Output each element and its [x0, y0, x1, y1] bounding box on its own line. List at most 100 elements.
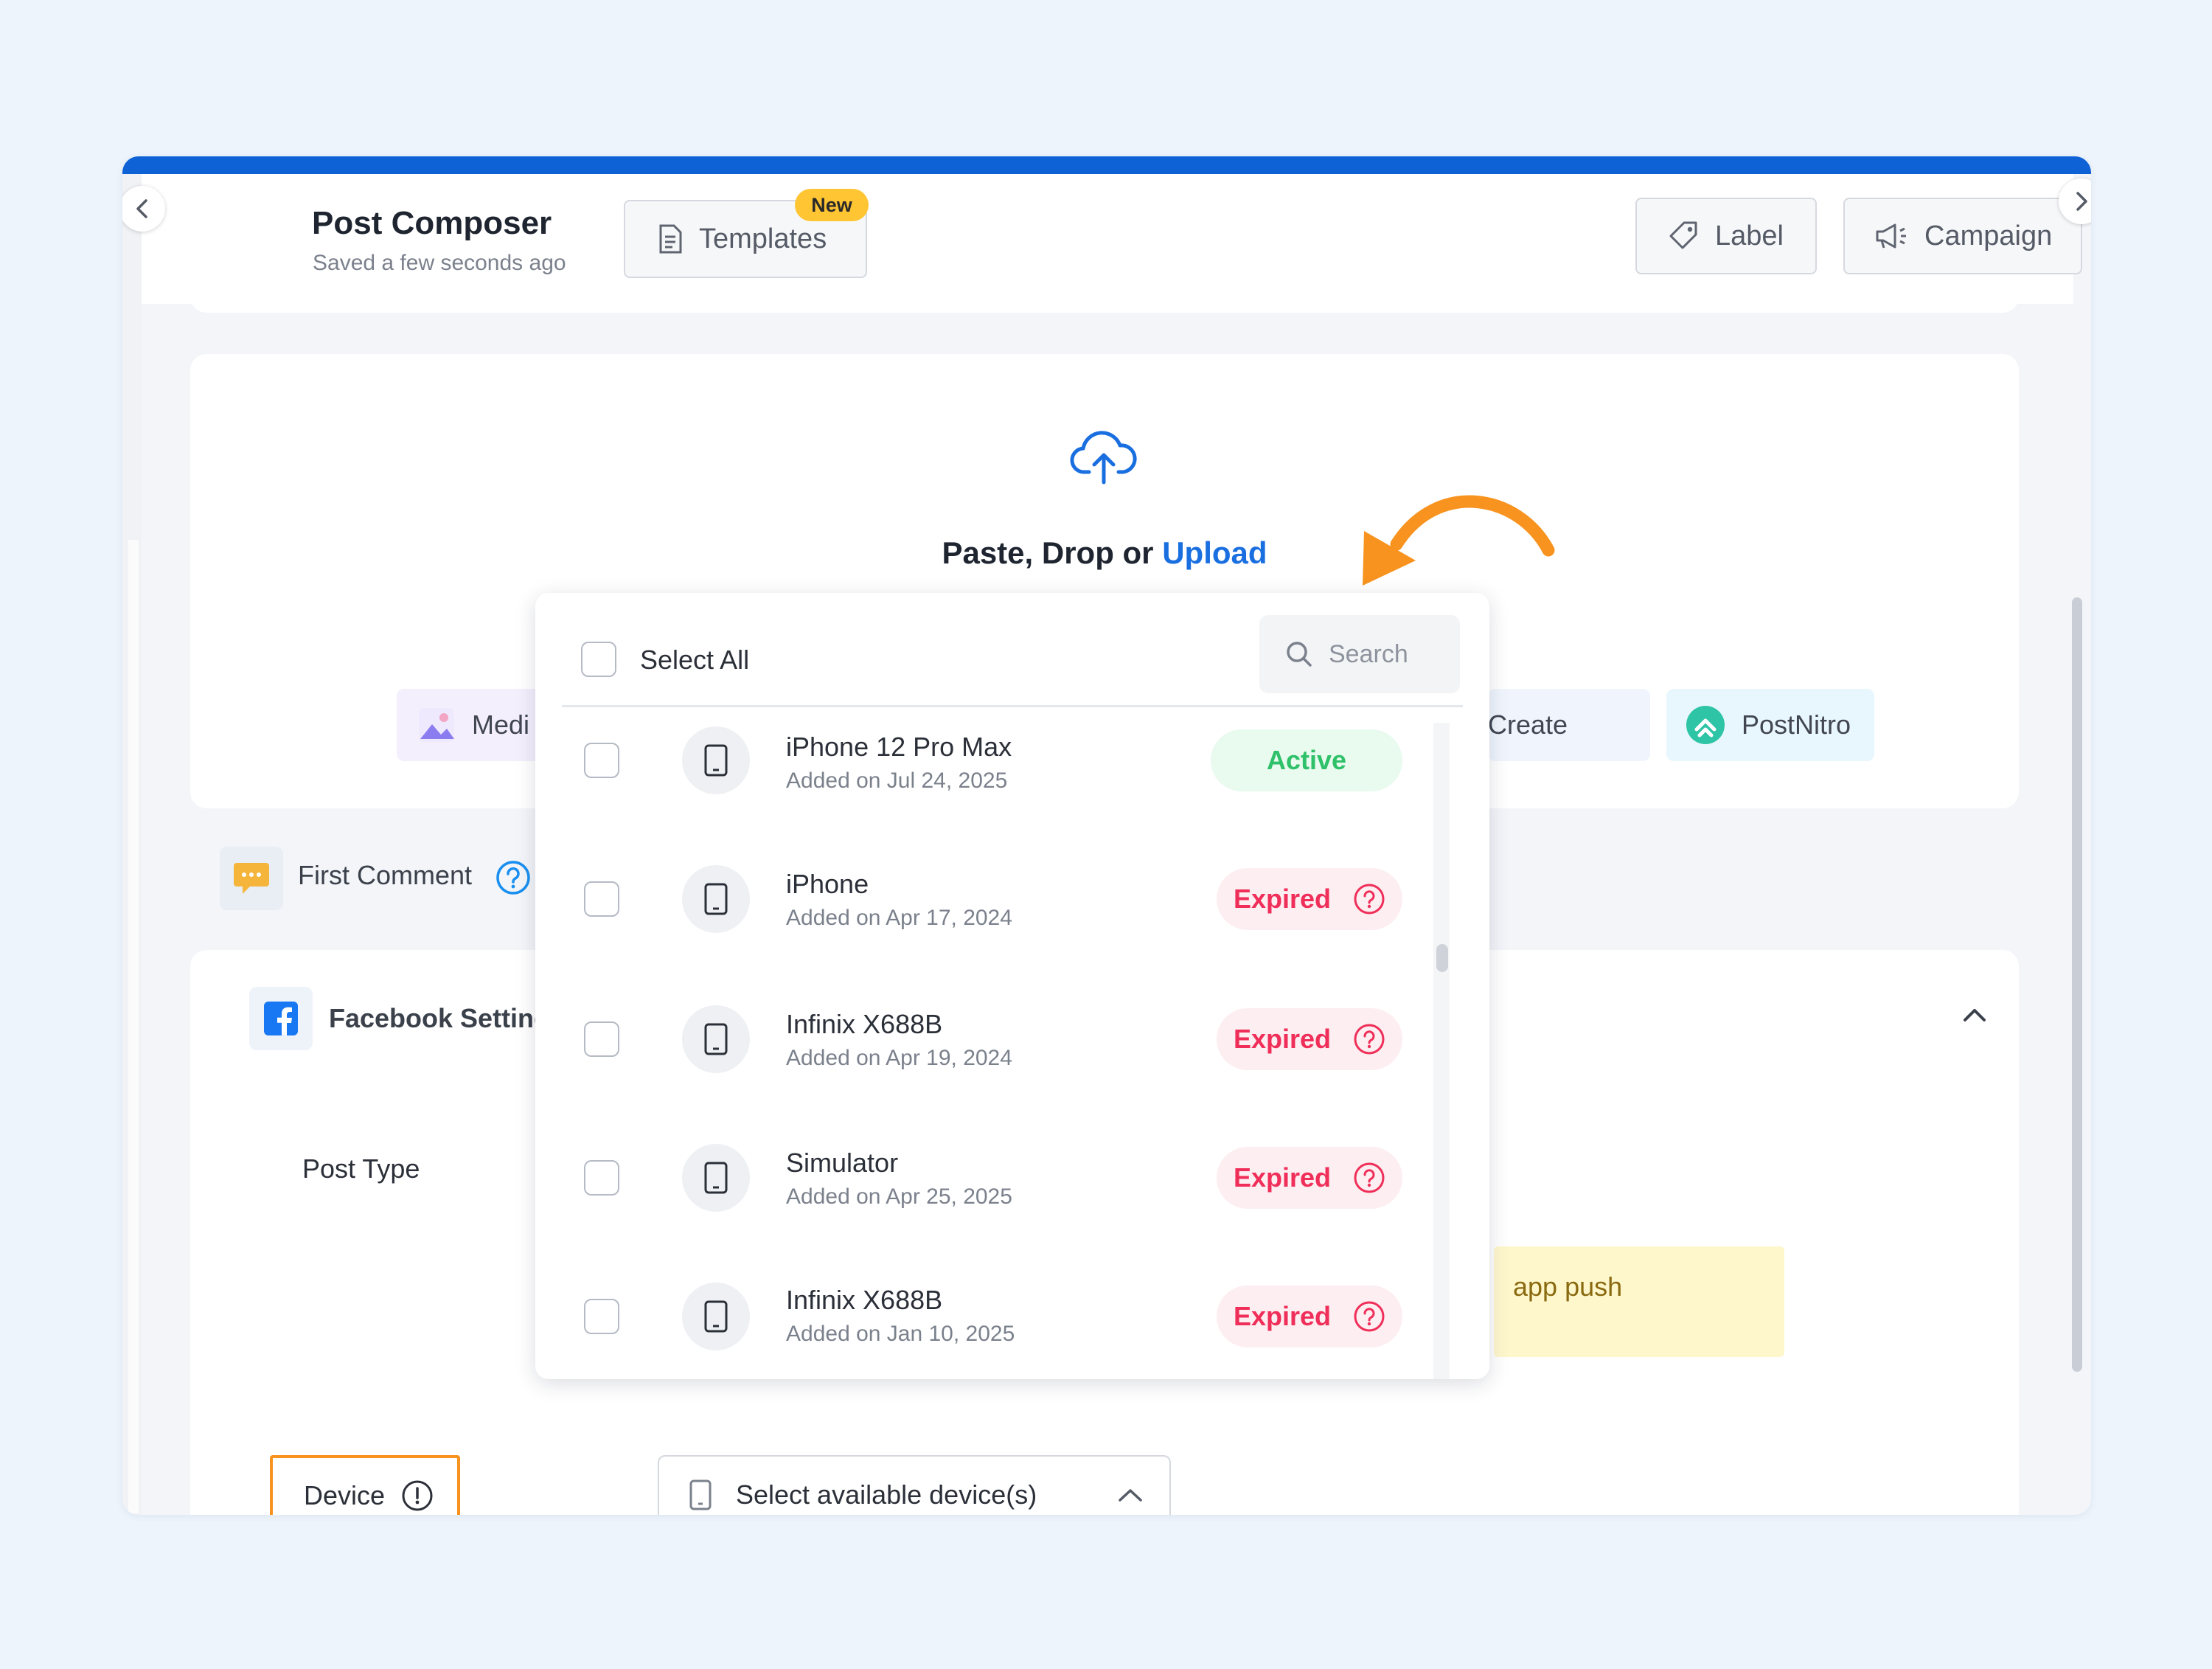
create-chip[interactable]: Create [1488, 689, 1650, 761]
device-select-placeholder: Select available device(s) [736, 1479, 1037, 1510]
tag-icon [1669, 221, 1697, 249]
device-icon-circle [682, 865, 750, 933]
mobile-device-icon [704, 1023, 728, 1055]
window-top-accent-bar [122, 156, 2091, 174]
first-comment-label[interactable]: First Comment [298, 860, 472, 891]
question-circle-icon[interactable] [1353, 1300, 1385, 1333]
page-scrollbar[interactable] [2072, 597, 2082, 1372]
upload-prefix-text: Paste, Drop or [942, 535, 1154, 570]
postnitro-chip-label: PostNitro [1742, 709, 1851, 740]
first-comment-icon-box [220, 847, 283, 910]
question-circle-icon[interactable] [1353, 883, 1385, 915]
device-name: Infinix X688B [786, 1009, 943, 1039]
device-icon-circle [682, 1144, 750, 1212]
device-select[interactable]: Select available device(s) [658, 1455, 1171, 1515]
device-checkbox[interactable] [584, 1299, 619, 1334]
device-added-date: Added on Jan 10, 2025 [786, 1322, 1015, 1346]
page-title: Post Composer [312, 205, 552, 241]
mobile-device-icon [704, 744, 728, 777]
push-note-banner: app push [1494, 1246, 1784, 1357]
select-all-checkbox[interactable] [581, 642, 616, 677]
help-circle-icon[interactable] [495, 860, 531, 899]
dropdown-scroll-thumb[interactable] [1436, 944, 1448, 972]
create-chip-label: Create [1488, 709, 1568, 740]
status-badge-expired: Expired [1217, 1008, 1402, 1070]
editor-card-bottom [190, 296, 2019, 313]
status-badge-active: Active [1211, 729, 1402, 791]
status-text: Expired [1233, 1162, 1332, 1193]
cloud-upload-icon[interactable] [1070, 429, 1138, 489]
mobile-device-icon [689, 1479, 712, 1510]
device-name: Simulator [786, 1148, 899, 1178]
templates-label: Templates [699, 223, 827, 254]
device-label: Device [304, 1480, 386, 1510]
comment-bubble-icon [234, 863, 269, 894]
device-checkbox[interactable] [584, 881, 619, 917]
device-added-date: Added on Jul 24, 2025 [786, 768, 1008, 793]
question-circle-icon[interactable] [1353, 1023, 1385, 1055]
facebook-icon [264, 1002, 298, 1035]
new-badge: New [795, 189, 869, 221]
mobile-device-icon [704, 1162, 728, 1194]
device-checkbox[interactable] [584, 743, 619, 778]
device-checkbox[interactable] [584, 1021, 619, 1057]
chevron-left-icon [136, 199, 147, 218]
media-chip-label: Medi [472, 709, 530, 740]
chevron-right-icon [2076, 192, 2087, 211]
device-label-highlight: Device [270, 1455, 460, 1515]
question-circle-icon[interactable] [1353, 1162, 1385, 1194]
info-circle-icon[interactable] [401, 1479, 434, 1512]
device-icon-circle [682, 726, 750, 794]
mobile-device-icon [704, 883, 728, 915]
device-added-date: Added on Apr 19, 2024 [786, 1046, 1012, 1070]
status-text: Expired [1233, 1301, 1332, 1331]
device-name: iPhone [786, 869, 869, 899]
device-row[interactable]: Simulator Added on Apr 25, 2025 Expired [535, 1139, 1427, 1279]
post-type-label: Post Type [302, 1153, 420, 1184]
device-icon-circle [682, 1005, 750, 1073]
upload-instruction: Paste, Drop or Upload [190, 535, 2019, 571]
device-dropdown: Select All Search iPhone 12 Pro Max Adde… [535, 593, 1489, 1379]
upload-link[interactable]: Upload [1162, 535, 1267, 570]
push-note-text: app push [1513, 1271, 1623, 1302]
chevron-up-icon [1119, 1489, 1142, 1502]
device-checkbox[interactable] [584, 1160, 619, 1196]
facebook-icon-box [249, 987, 313, 1050]
dropdown-scroll-track [1433, 723, 1450, 1379]
campaign-button[interactable]: Campaign [1843, 198, 2082, 274]
device-search-input[interactable]: Search [1259, 615, 1460, 693]
device-row[interactable]: Infinix X688B Added on Jan 10, 2025 Expi… [535, 1277, 1427, 1379]
device-row[interactable]: Infinix X688B Added on Apr 19, 2024 Expi… [535, 1000, 1427, 1140]
label-button[interactable]: Label [1635, 198, 1817, 274]
device-icon-circle [682, 1283, 750, 1350]
device-name: Infinix X688B [786, 1285, 943, 1315]
save-status: Saved a few seconds ago [313, 251, 566, 275]
search-placeholder: Search [1329, 639, 1408, 668]
mobile-device-icon [704, 1300, 728, 1333]
device-name: iPhone 12 Pro Max [786, 732, 1012, 762]
status-text: Active [1266, 745, 1347, 775]
search-icon [1287, 642, 1312, 667]
chevron-up-icon[interactable] [1960, 1002, 1989, 1032]
device-added-date: Added on Apr 25, 2025 [786, 1184, 1012, 1209]
status-text: Expired [1233, 884, 1332, 914]
campaign-button-text: Campaign [1924, 220, 2053, 251]
status-badge-expired: Expired [1217, 1147, 1402, 1209]
status-text: Expired [1233, 1024, 1332, 1054]
facebook-settings-title: Facebook Setting [329, 1003, 551, 1033]
postnitro-chip[interactable]: PostNitro [1666, 689, 1874, 761]
status-badge-expired: Expired [1217, 1285, 1402, 1347]
status-badge-expired: Expired [1217, 868, 1402, 930]
device-row[interactable]: iPhone 12 Pro Max Added on Jul 24, 2025 … [535, 723, 1427, 863]
annotation-arrow-icon [1363, 495, 1555, 586]
postnitro-logo-icon [1686, 706, 1725, 744]
composer-header: Post Composer Saved a few seconds ago Te… [142, 174, 2082, 304]
device-added-date: Added on Apr 17, 2024 [786, 906, 1012, 930]
label-button-text: Label [1715, 220, 1784, 251]
document-icon [659, 224, 682, 254]
left-panel-inner-edge [128, 540, 139, 1513]
select-all-label[interactable]: Select All [640, 645, 749, 676]
device-row[interactable]: iPhone Added on Apr 17, 2024 Expired [535, 861, 1427, 1002]
megaphone-icon [1876, 223, 1906, 249]
dropdown-divider [562, 705, 1463, 707]
